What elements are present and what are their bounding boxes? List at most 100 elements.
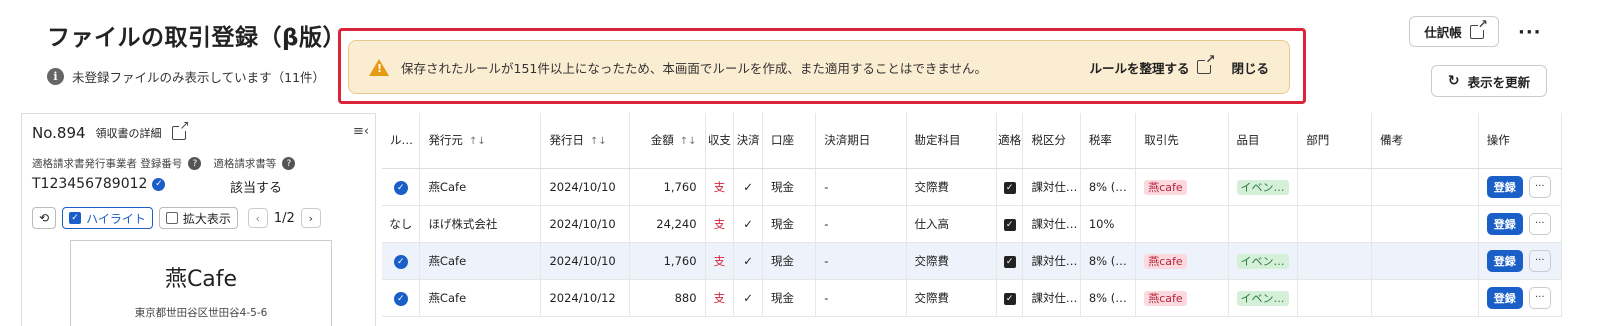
tax-rate-cell[interactable]: 8% (…: [1080, 279, 1137, 317]
more-menu-icon[interactable]: ···: [1518, 22, 1542, 43]
ops-cell: 登録 ···: [1478, 242, 1562, 280]
subject-cell[interactable]: 仕入高: [906, 205, 997, 243]
refresh-button[interactable]: ↻ 表示を更新: [1431, 65, 1547, 97]
due-cell[interactable]: -: [815, 279, 907, 317]
amount-cell[interactable]: 24,240: [629, 205, 706, 243]
col-amount[interactable]: 金額 ↑↓: [629, 113, 706, 169]
account-cell[interactable]: 現金: [762, 242, 817, 280]
dept-cell[interactable]: [1297, 242, 1373, 280]
memo-cell[interactable]: [1371, 168, 1479, 206]
inout-cell[interactable]: 支: [705, 168, 735, 206]
memo-cell[interactable]: [1371, 242, 1479, 280]
item-cell[interactable]: イベン…: [1228, 279, 1299, 317]
qualified-cell[interactable]: ✓: [996, 279, 1024, 317]
register-button[interactable]: 登録: [1486, 286, 1523, 309]
table-row[interactable]: なし ほげ株式会社 2024/10/10 24,240 支 ✓ 現金 - 仕入高…: [382, 205, 1562, 243]
qualified-cell[interactable]: ✓: [996, 205, 1024, 243]
item-cell[interactable]: イベン…: [1228, 242, 1299, 280]
tax-class-cell[interactable]: 課対仕…: [1022, 279, 1081, 317]
settled-cell[interactable]: ✓: [733, 205, 763, 243]
account-cell[interactable]: 現金: [762, 168, 817, 206]
table-row[interactable]: ✓ 燕Cafe 2024/10/12 880 支 ✓ 現金 - 交際費 ✓ 課対…: [382, 279, 1562, 317]
item-cell[interactable]: [1228, 205, 1299, 243]
due-cell[interactable]: -: [815, 242, 907, 280]
dept-cell[interactable]: [1297, 205, 1373, 243]
collapse-panel-icon[interactable]: ≡‹: [353, 124, 369, 139]
date-cell[interactable]: 2024/10/10: [540, 205, 630, 243]
due-cell[interactable]: -: [815, 205, 907, 243]
tax-class-cell[interactable]: 課対仕…: [1022, 168, 1081, 206]
settled-cell[interactable]: ✓: [733, 168, 763, 206]
memo-cell[interactable]: [1371, 205, 1479, 243]
partner-cell[interactable]: 燕cafe: [1135, 242, 1229, 280]
qualified-value: 該当する: [230, 181, 283, 196]
issuer-cell[interactable]: ほげ株式会社: [419, 205, 542, 243]
organize-rules-link[interactable]: ルールを整理する: [1089, 53, 1216, 77]
due-cell[interactable]: -: [815, 168, 907, 206]
refresh-icon: ↻: [1447, 73, 1460, 89]
register-button[interactable]: 登録: [1486, 175, 1523, 198]
prev-page-button[interactable]: ‹: [247, 208, 268, 228]
issuer-cell[interactable]: 燕Cafe: [419, 242, 542, 280]
journal-button[interactable]: 仕訳帳: [1409, 16, 1499, 47]
external-link-icon[interactable]: [171, 119, 190, 140]
date-cell[interactable]: 2024/10/10: [540, 168, 630, 206]
rule-cell: ✓: [382, 279, 421, 317]
subject-cell[interactable]: 交際費: [906, 242, 997, 280]
partner-cell[interactable]: 燕cafe: [1135, 279, 1229, 317]
subject-cell[interactable]: 交際費: [906, 279, 997, 317]
amount-cell[interactable]: 880: [629, 279, 706, 317]
zoom-label: 拡大表示: [182, 211, 231, 226]
rule-limit-alert: ! 保存されたルールが151件以上になったため、本画面でルールを作成、また適用す…: [348, 40, 1290, 94]
row-more-icon[interactable]: ···: [1528, 212, 1551, 235]
register-button[interactable]: 登録: [1486, 249, 1523, 272]
row-more-icon[interactable]: ···: [1528, 286, 1551, 309]
next-page-button[interactable]: ›: [300, 208, 321, 228]
dept-cell[interactable]: [1297, 279, 1373, 317]
amount-cell[interactable]: 1,760: [629, 242, 706, 280]
partner-cell[interactable]: 燕cafe: [1135, 168, 1229, 206]
inout-cell[interactable]: 支: [705, 205, 735, 243]
col-date[interactable]: 発行日 ↑↓: [540, 113, 630, 169]
tax-class-cell[interactable]: 課対仕…: [1022, 205, 1081, 243]
zoom-toggle[interactable]: 拡大表示: [158, 207, 238, 229]
help-icon[interactable]: ?: [188, 157, 202, 170]
amount-cell[interactable]: 1,760: [629, 168, 706, 206]
col-issuer[interactable]: 発行元 ↑↓: [419, 113, 542, 169]
settled-cell[interactable]: ✓: [733, 279, 763, 317]
qualified-cell[interactable]: ✓: [996, 242, 1024, 280]
inout-cell[interactable]: 支: [705, 279, 735, 317]
qualified-cell[interactable]: ✓: [996, 168, 1024, 206]
help-icon[interactable]: ?: [282, 157, 296, 170]
issuer-cell[interactable]: 燕Cafe: [419, 279, 542, 317]
sort-icon[interactable]: ↑↓: [680, 136, 697, 147]
date-cell[interactable]: 2024/10/10: [540, 242, 630, 280]
table-row[interactable]: ✓ 燕Cafe 2024/10/10 1,760 支 ✓ 現金 - 交際費 ✓ …: [382, 242, 1562, 280]
table-row[interactable]: ✓ 燕Cafe 2024/10/10 1,760 支 ✓ 現金 - 交際費 ✓ …: [382, 168, 1562, 206]
highlight-toggle[interactable]: ✓ ハイライト: [62, 207, 153, 229]
settled-cell[interactable]: ✓: [733, 242, 763, 280]
account-cell[interactable]: 現金: [762, 205, 817, 243]
date-cell[interactable]: 2024/10/12: [540, 279, 630, 317]
memo-cell[interactable]: [1371, 279, 1479, 317]
alert-close-button[interactable]: 閉じる: [1231, 58, 1269, 77]
reg-number: T123456789012: [32, 176, 148, 192]
item-cell[interactable]: イベン…: [1228, 168, 1299, 206]
tax-class-cell[interactable]: 課対仕…: [1022, 242, 1081, 280]
sort-icon[interactable]: ↑↓: [469, 136, 486, 147]
partner-cell[interactable]: [1135, 205, 1229, 243]
account-cell[interactable]: 現金: [762, 279, 817, 317]
rotate-button[interactable]: ⟲: [32, 207, 57, 229]
register-button[interactable]: 登録: [1486, 212, 1523, 235]
row-more-icon[interactable]: ···: [1528, 175, 1551, 198]
row-more-icon[interactable]: ···: [1528, 249, 1551, 272]
subject-cell[interactable]: 交際費: [906, 168, 997, 206]
sort-icon[interactable]: ↑↓: [590, 136, 607, 147]
inout-cell[interactable]: 支: [705, 242, 735, 280]
tax-rate-cell[interactable]: 8% (…: [1080, 168, 1137, 206]
receipt-detail-link[interactable]: 領収書の詳細: [96, 125, 162, 141]
tax-rate-cell[interactable]: 8% (…: [1080, 242, 1137, 280]
dept-cell[interactable]: [1297, 168, 1373, 206]
tax-rate-cell[interactable]: 10%: [1080, 205, 1137, 243]
issuer-cell[interactable]: 燕Cafe: [419, 168, 542, 206]
